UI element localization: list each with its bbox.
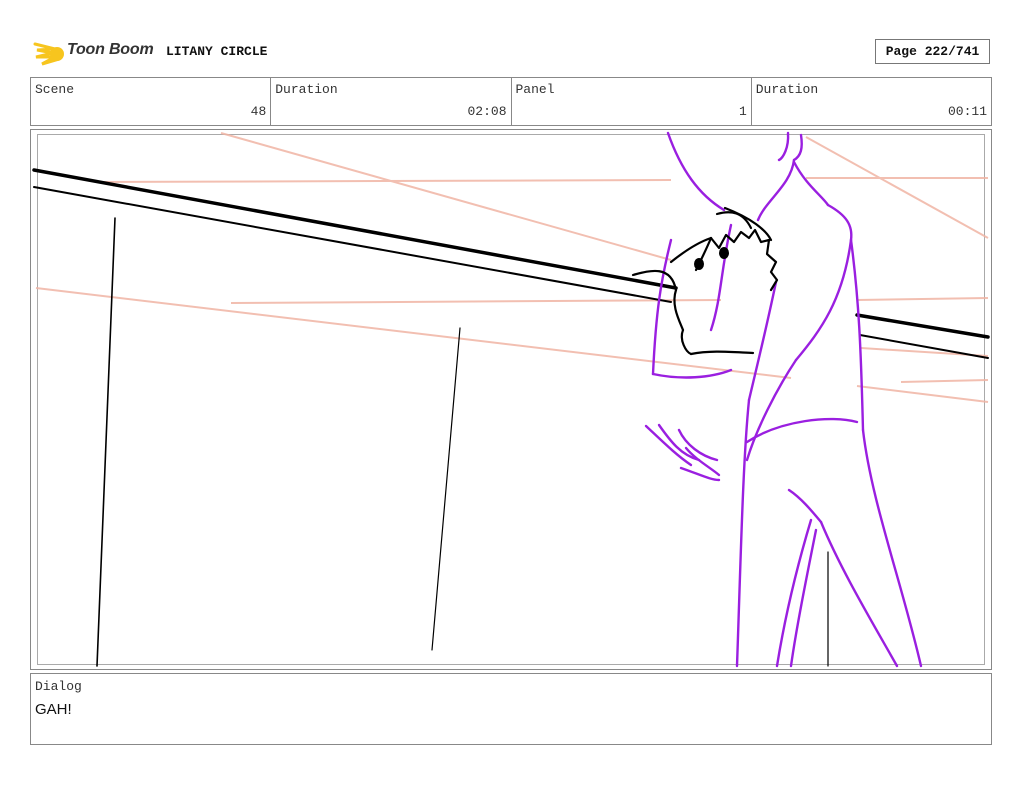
panel-duration-value: 00:11 — [947, 104, 987, 119]
character-sketch — [644, 131, 923, 668]
scene-cell: Scene 48 — [31, 78, 272, 125]
comet-icon — [33, 42, 64, 66]
panel-duration-label: Duration — [755, 82, 819, 97]
scene-duration-label: Duration — [275, 82, 338, 97]
page-indicator: Page 222/741 — [875, 39, 990, 64]
panel-info-row: Scene 48 Duration 02:08 Panel 1 Duration… — [30, 77, 992, 126]
scene-duration-value: 02:08 — [467, 104, 507, 119]
scene-value: 48 — [250, 104, 267, 119]
background-ink — [32, 168, 990, 667]
toon-boom-logo: Toon Boom — [33, 37, 158, 69]
dialog-text: GAH! — [35, 701, 72, 718]
panel-cell: Panel 1 — [512, 78, 752, 125]
scene-label: Scene — [35, 82, 75, 97]
panel-sketch — [32, 131, 990, 668]
panel-duration-cell: Duration 00:11 — [752, 78, 991, 125]
dialog-label: Dialog — [35, 679, 82, 694]
logo-text: Toon Boom — [67, 41, 154, 58]
scene-duration-cell: Duration 02:08 — [271, 78, 512, 125]
dialog-box: Dialog GAH! — [30, 673, 992, 745]
panel-label: Panel — [515, 82, 555, 97]
panel-value: 1 — [738, 104, 747, 119]
project-title: LITANY CIRCLE — [166, 44, 268, 59]
